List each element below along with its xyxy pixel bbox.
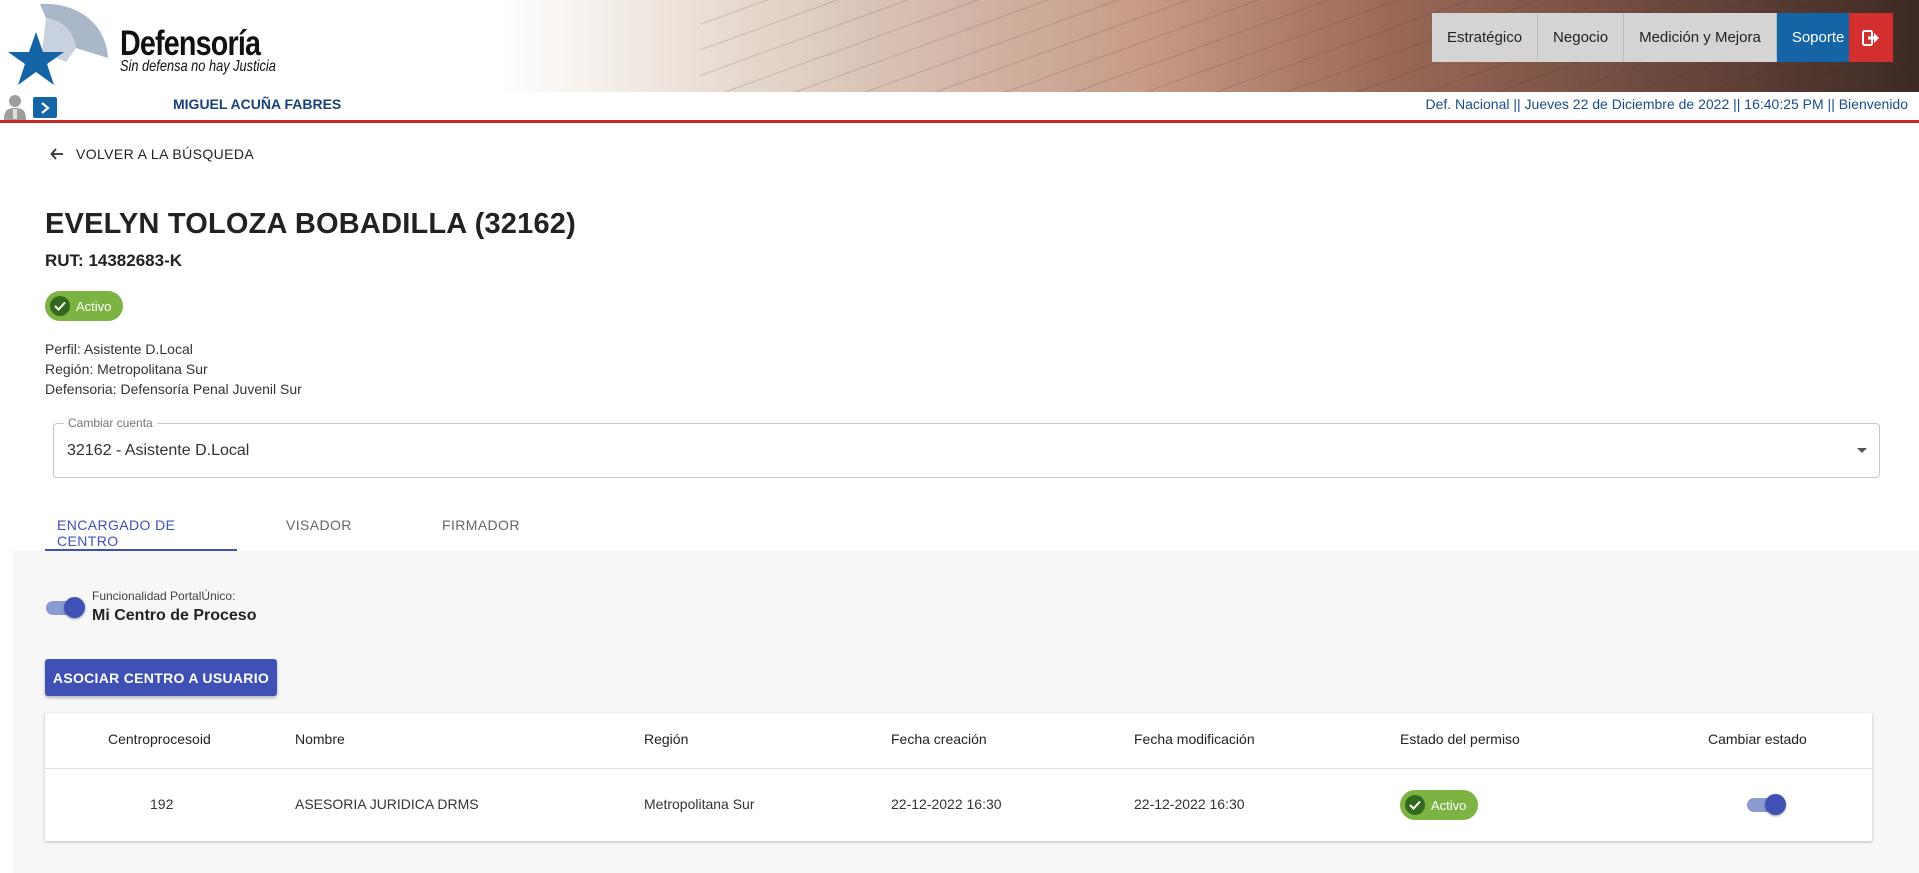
tab-visador[interactable]: VISADOR (237, 505, 392, 551)
centros-table: Centroprocesoid Nombre Región Fecha crea… (45, 713, 1872, 841)
table-header-row: Centroprocesoid Nombre Región Fecha crea… (45, 713, 1872, 769)
column-header-centroprocesoid[interactable]: Centroprocesoid (108, 731, 211, 747)
check-icon (1405, 795, 1425, 815)
column-header-nombre[interactable]: Nombre (295, 731, 345, 747)
back-link-label: VOLVER A LA BÚSQUEDA (76, 146, 255, 162)
status-badge-label: Activo (76, 298, 112, 314)
expand-menu-button[interactable] (33, 97, 57, 118)
arrow-left-icon (50, 148, 63, 160)
user-avatar-icon (4, 95, 26, 120)
chevron-right-icon (41, 101, 50, 114)
nav-medicion-mejora[interactable]: Medición y Mejora (1624, 13, 1777, 62)
perfil-text: Perfil: Asistente D.Local (45, 341, 193, 357)
app-header: Defensoría Sin defensa no hay Justicia E… (0, 0, 1919, 92)
column-header-fecha-creacion[interactable]: Fecha creación (891, 731, 987, 747)
top-navigation: Estratégico Negocio Medición y Mejora So… (1432, 13, 1860, 62)
logo-star-icon (8, 3, 108, 85)
cell-region: Metropolitana Sur (644, 796, 755, 812)
nav-soporte[interactable]: Soporte (1776, 13, 1860, 62)
account-select[interactable]: Cambiar cuenta 32162 - Asistente D.Local (53, 416, 1880, 478)
page-title: EVELYN TOLOZA BOBADILLA (32162) (45, 208, 576, 240)
caret-down-icon (1857, 448, 1867, 453)
tab-encargado-de-centro[interactable]: ENCARGADO DE CENTRO (45, 505, 237, 551)
person-details: Perfil: Asistente D.Local Región: Metrop… (45, 339, 302, 399)
column-header-cambiar-estado[interactable]: Cambiar estado (1708, 731, 1807, 747)
cell-estado-permiso: Activo (1400, 790, 1486, 820)
logout-button[interactable] (1849, 13, 1893, 62)
region-text: Región: Metropolitana Sur (45, 361, 208, 377)
cell-fecha-creacion: 22-12-2022 16:30 (891, 796, 1002, 812)
toggle-thumb (1765, 794, 1786, 815)
table-row[interactable]: 192 ASESORIA JURIDICA DRMS Metropolitana… (45, 769, 1872, 841)
nav-estrategico[interactable]: Estratégico (1432, 13, 1539, 62)
nav-negocio[interactable]: Negocio (1538, 13, 1625, 62)
funcionalidad-toggle[interactable] (46, 597, 85, 618)
account-select-value: 32162 - Asistente D.Local (67, 442, 250, 459)
session-status-line: Def. Nacional || Jueves 22 de Diciembre … (1425, 96, 1908, 112)
permission-status-label: Activo (1431, 797, 1467, 813)
back-to-search-link[interactable]: VOLVER A LA BÚSQUEDA (50, 146, 254, 162)
status-badge: Activo (45, 291, 124, 321)
current-user-name: MIGUEL ACUÑA FABRES (173, 96, 342, 112)
column-header-region[interactable]: Región (644, 731, 688, 747)
role-tabs: ENCARGADO DE CENTRO VISADOR FIRMADOR (45, 505, 532, 551)
cell-centroprocesoid: 192 (150, 796, 174, 812)
toggle-thumb (64, 597, 85, 618)
logo-subtitle: Sin defensa no hay Justicia (120, 58, 276, 75)
defensoria-text: Defensoria: Defensoría Penal Juvenil Sur (45, 381, 302, 397)
permission-status-badge: Activo (1400, 790, 1479, 820)
asociar-centro-button[interactable]: ASOCIAR CENTRO A USUARIO (45, 659, 277, 696)
defensoria-logo[interactable]: Defensoría Sin defensa no hay Justicia (6, 2, 276, 90)
account-select-label: Cambiar cuenta (64, 416, 157, 430)
cell-fecha-modificacion: 22-12-2022 16:30 (1134, 796, 1245, 812)
cell-nombre: ASESORIA JURIDICA DRMS (295, 796, 479, 812)
cambiar-estado-toggle[interactable] (1747, 794, 1786, 815)
funcionalidad-name: Mi Centro de Proceso (92, 607, 257, 624)
tab-firmador[interactable]: FIRMADOR (392, 505, 532, 551)
check-icon (50, 296, 70, 316)
user-info-bar: MIGUEL ACUÑA FABRES Def. Nacional || Jue… (0, 92, 1919, 123)
tab-panel: Funcionalidad PortalÚnico: Mi Centro de … (13, 551, 1919, 873)
person-rut: RUT: 14382683-K (45, 251, 183, 270)
column-header-estado-permiso[interactable]: Estado del permiso (1400, 731, 1520, 747)
logout-icon (1862, 29, 1879, 46)
column-header-fecha-modificacion[interactable]: Fecha modificación (1134, 731, 1255, 747)
funcionalidad-label: Funcionalidad PortalÚnico: (92, 589, 236, 603)
